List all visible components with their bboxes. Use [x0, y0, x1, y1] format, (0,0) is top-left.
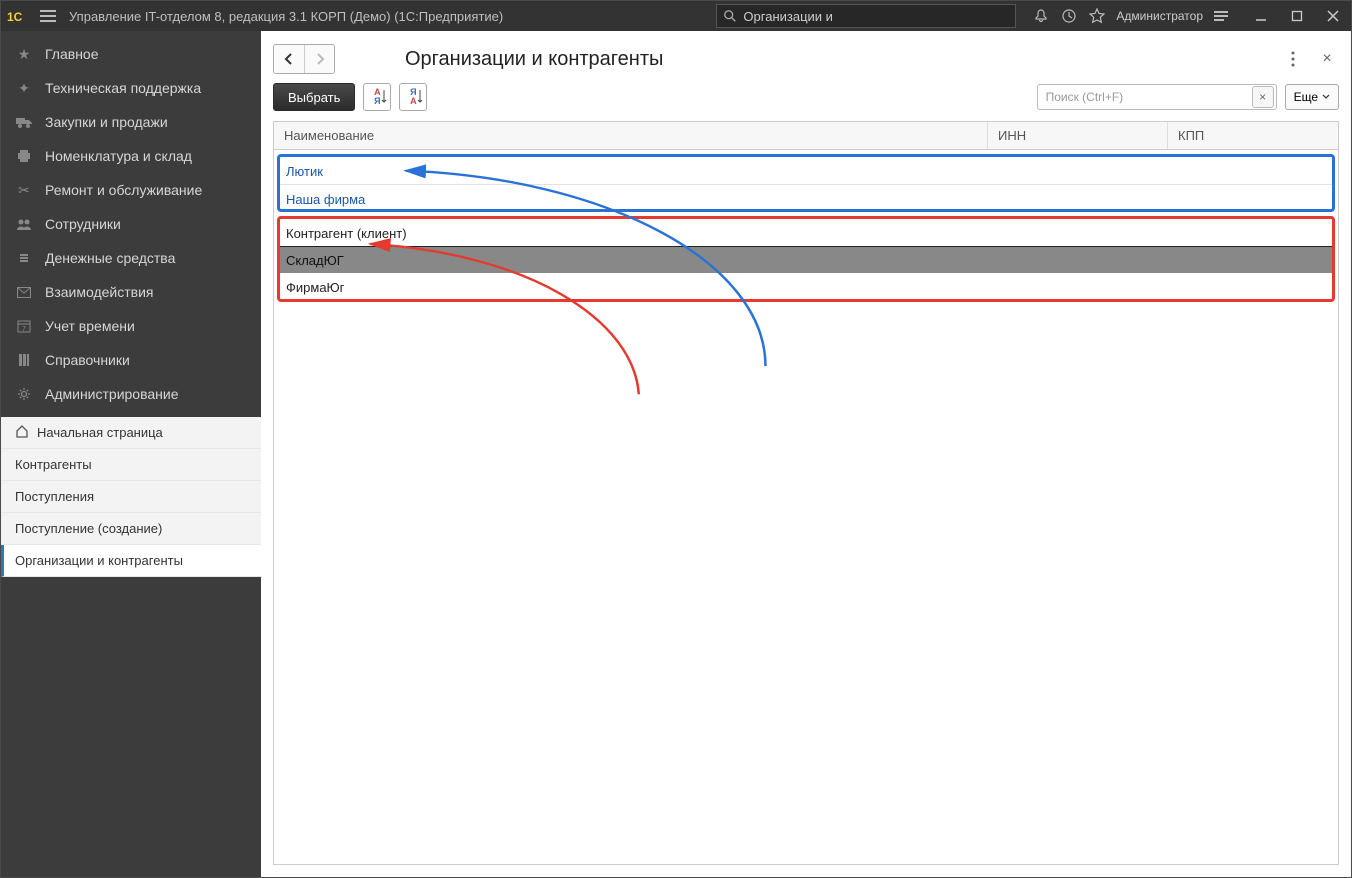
cell-name: СкладЮГ: [280, 253, 986, 268]
history-icon[interactable]: [1056, 3, 1082, 29]
window-minimize-button[interactable]: [1243, 1, 1279, 31]
titlebar: 1С Управление IT-отделом 8, редакция 3.1…: [1, 1, 1351, 31]
nav-item-repair[interactable]: ✂ Ремонт и обслуживание: [1, 173, 261, 207]
window-title: Управление IT-отделом 8, редакция 3.1 КО…: [69, 9, 503, 24]
cell-name: Наша фирма: [280, 192, 986, 207]
global-search-box[interactable]: Организации и: [716, 4, 1016, 28]
group-label: Контрагент (клиент): [280, 226, 1332, 241]
user-label[interactable]: Администратор: [1112, 9, 1207, 23]
star-icon[interactable]: [1084, 3, 1110, 29]
window-maximize-button[interactable]: [1279, 1, 1315, 31]
nav-label: Главное: [45, 46, 99, 62]
mail-icon: [15, 287, 33, 298]
users-icon: [15, 218, 33, 230]
chevron-down-icon: [1322, 94, 1330, 100]
tools-icon: ✂: [15, 182, 33, 199]
nav-item-time[interactable]: 7 Учет времени: [1, 309, 261, 343]
nav-label: Администрирование: [45, 386, 179, 402]
nav-label: Техническая поддержка: [45, 80, 201, 96]
sub-item-orgs-contragents[interactable]: Организации и контрагенты: [1, 545, 261, 577]
printer-icon: [15, 149, 33, 163]
nav-section: ★ Главное ✦ Техническая поддержка Закупки …: [1, 31, 261, 417]
sub-label: Контрагенты: [15, 457, 92, 472]
nav-label: Ремонт и обслуживание: [45, 182, 202, 198]
nav-item-stock[interactable]: Номенклатура и склад: [1, 139, 261, 173]
search-icon: [723, 9, 737, 23]
sub-item-contragents[interactable]: Контрагенты: [1, 449, 261, 481]
sort-asc-button[interactable]: АЯ: [363, 83, 391, 111]
column-inn[interactable]: ИНН: [988, 122, 1168, 149]
nav-label: Номенклатура и склад: [45, 148, 192, 164]
table-row[interactable]: Лютик: [280, 158, 1332, 184]
nav-item-admin[interactable]: Администрирование: [1, 377, 261, 411]
money-icon: [15, 251, 33, 265]
sub-item-home[interactable]: Начальная страница: [1, 417, 261, 449]
nav-label: Денежные средства: [45, 250, 175, 266]
nav-label: Взаимодействия: [45, 284, 154, 300]
sub-panel: Начальная страница Контрагенты Поступлен…: [1, 417, 261, 577]
search-clear-button[interactable]: ×: [1252, 86, 1274, 108]
nav-item-employees[interactable]: Сотрудники: [1, 207, 261, 241]
nav-back-button[interactable]: [274, 45, 304, 73]
nav-item-main[interactable]: ★ Главное: [1, 37, 261, 71]
cell-name: ФирмаЮг: [280, 280, 986, 295]
sub-item-receipts[interactable]: Поступления: [1, 481, 261, 513]
main-content: Организации и контрагенты × Выбрать АЯ Я…: [261, 31, 1351, 877]
data-table: Наименование ИНН КПП Лютик: [273, 121, 1339, 865]
table-header: Наименование ИНН КПП: [274, 122, 1338, 150]
column-kpp[interactable]: КПП: [1168, 122, 1338, 149]
gear-icon: [15, 387, 33, 401]
more-label: Еще: [1294, 90, 1318, 104]
nav-item-sales[interactable]: Закупки и продажи: [1, 105, 261, 139]
search-box: ×: [1037, 84, 1277, 110]
sub-label: Начальная страница: [37, 425, 163, 440]
toolbar: Выбрать АЯ ЯА × Еще: [273, 83, 1339, 111]
sub-label: Поступления: [15, 489, 94, 504]
home-icon: [15, 424, 29, 441]
calendar-icon: 7: [15, 319, 33, 333]
sub-item-receipt-create[interactable]: Поступление (создание): [1, 513, 261, 545]
page-close-button[interactable]: ×: [1315, 47, 1339, 71]
sidebar: ★ Главное ✦ Техническая поддержка Закупки …: [1, 31, 261, 877]
nav-label: Учет времени: [45, 318, 135, 334]
global-search-text: Организации и: [743, 9, 833, 24]
app-window: 1С Управление IT-отделом 8, редакция 3.1…: [0, 0, 1352, 878]
table-row[interactable]: СкладЮГ: [280, 247, 1332, 273]
nav-arrows: [273, 44, 335, 74]
column-name[interactable]: Наименование: [274, 122, 988, 149]
svg-text:7: 7: [22, 326, 26, 333]
sub-label: Поступление (создание): [15, 521, 162, 536]
lifebuoy-icon: ✦: [15, 80, 33, 97]
nav-item-catalogs[interactable]: Справочники: [1, 343, 261, 377]
page-header: Организации и контрагенты ×: [273, 41, 1339, 77]
search-input[interactable]: [1038, 90, 1250, 104]
page-title: Организации и контрагенты: [405, 48, 663, 71]
nav-label: Закупки и продажи: [45, 114, 168, 130]
truck-icon: [15, 116, 33, 128]
nav-item-money[interactable]: Денежные средства: [1, 241, 261, 275]
page-menu-button[interactable]: [1281, 47, 1305, 71]
table-row[interactable]: Наша фирма: [280, 186, 1332, 212]
panel-settings-button[interactable]: [1209, 15, 1233, 17]
more-button[interactable]: Еще: [1285, 84, 1339, 110]
books-icon: [15, 353, 33, 367]
nav-label: Справочники: [45, 352, 130, 368]
table-body: Лютик Наша фирма Контрагент (клиент): [274, 150, 1338, 864]
app-logo-icon: 1С: [1, 1, 33, 31]
table-row[interactable]: ФирмаЮг: [280, 274, 1332, 300]
table-group-header[interactable]: Контрагент (клиент): [280, 220, 1332, 246]
hamburger-menu-button[interactable]: [33, 1, 63, 31]
cell-name: Лютик: [280, 164, 986, 179]
window-close-button[interactable]: [1315, 1, 1351, 31]
nav-item-interactions[interactable]: Взаимодействия: [1, 275, 261, 309]
sort-desc-button[interactable]: ЯА: [399, 83, 427, 111]
nav-forward-button[interactable]: [304, 45, 334, 73]
svg-text:1С: 1С: [7, 10, 23, 23]
sub-label: Организации и контрагенты: [15, 553, 183, 568]
bell-icon[interactable]: [1028, 3, 1054, 29]
nav-label: Сотрудники: [45, 216, 121, 232]
nav-item-support[interactable]: ✦ Техническая поддержка: [1, 71, 261, 105]
star-icon: ★: [15, 46, 33, 63]
select-button[interactable]: Выбрать: [273, 83, 355, 111]
